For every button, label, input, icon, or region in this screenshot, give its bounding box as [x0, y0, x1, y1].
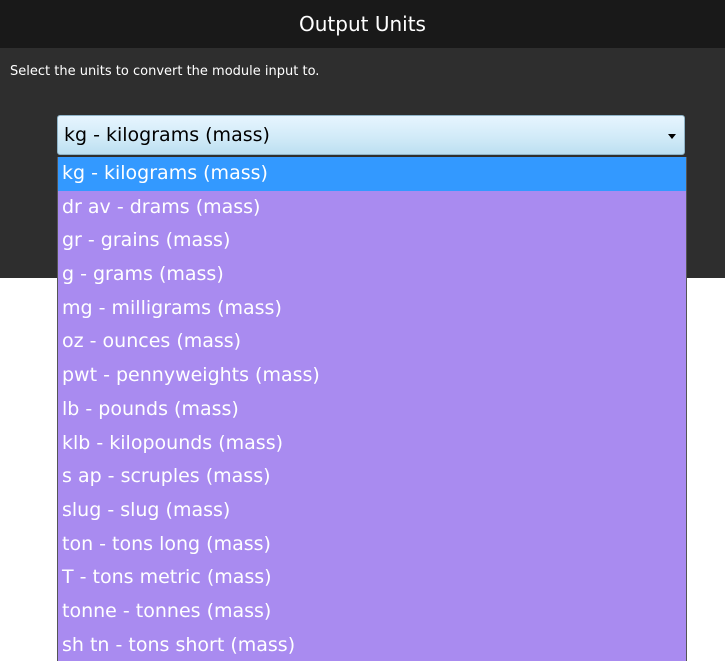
dropdown-option[interactable]: ton - tons long (mass): [58, 528, 686, 562]
dropdown-option[interactable]: s ap - scruples (mass): [58, 460, 686, 494]
panel-header: Output Units: [0, 0, 725, 48]
dropdown-option[interactable]: klb - kilopounds (mass): [58, 427, 686, 461]
dropdown-option-selected[interactable]: kg - kilograms (mass): [58, 157, 686, 191]
dropdown-option[interactable]: oz - ounces (mass): [58, 325, 686, 359]
units-select[interactable]: kg - kilograms (mass): [57, 115, 685, 155]
dropdown-option[interactable]: slug - slug (mass): [58, 494, 686, 528]
dropdown-option[interactable]: pwt - pennyweights (mass): [58, 359, 686, 393]
dropdown-option[interactable]: tonne - tonnes (mass): [58, 595, 686, 629]
dropdown-option[interactable]: g - grams (mass): [58, 258, 686, 292]
units-dropdown-list[interactable]: kg - kilograms (mass) dr av - drams (mas…: [57, 157, 687, 661]
panel-description: Select the units to convert the module i…: [10, 64, 320, 79]
dropdown-option[interactable]: mg - milligrams (mass): [58, 292, 686, 326]
dropdown-option[interactable]: gr - grains (mass): [58, 224, 686, 258]
panel-title: Output Units: [299, 12, 426, 36]
dropdown-option[interactable]: T - tons metric (mass): [58, 561, 686, 595]
dropdown-option[interactable]: sh tn - tons short (mass): [58, 629, 686, 661]
chevron-down-icon: [668, 134, 676, 139]
dropdown-option[interactable]: lb - pounds (mass): [58, 393, 686, 427]
units-select-value: kg - kilograms (mass): [64, 124, 270, 146]
dropdown-option[interactable]: dr av - drams (mass): [58, 191, 686, 225]
